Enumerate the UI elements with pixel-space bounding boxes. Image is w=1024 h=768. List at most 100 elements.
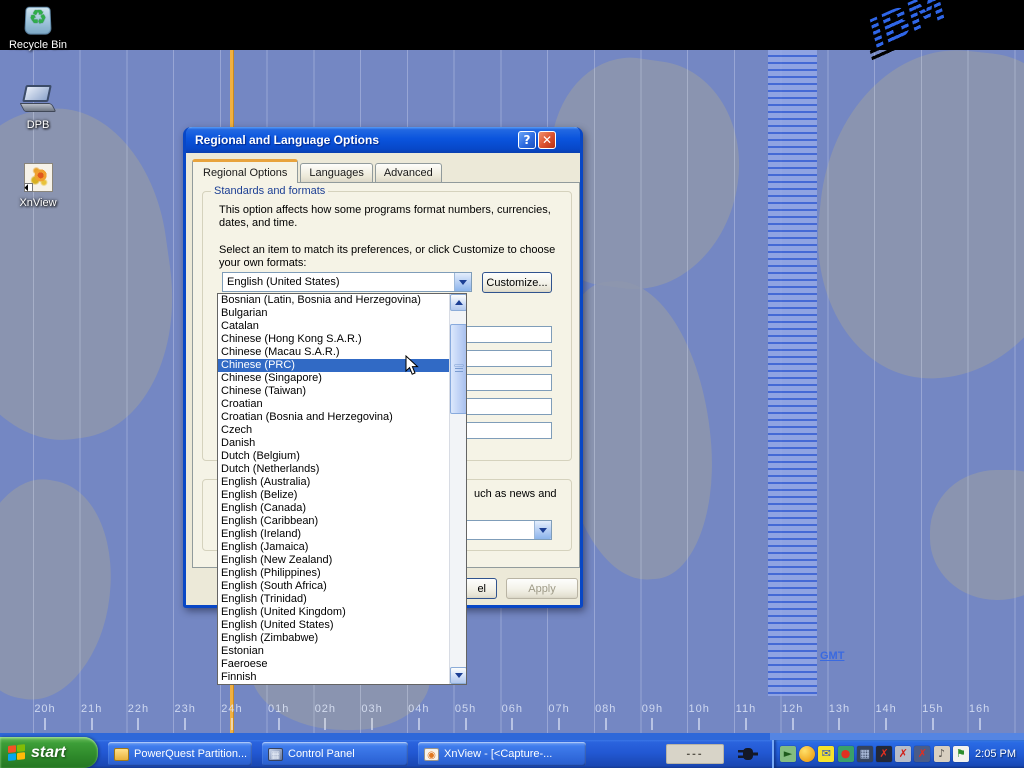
list-item[interactable]: Chinese (Hong Kong S.A.R.) <box>218 333 466 346</box>
customize-button[interactable]: Customize... <box>482 272 552 293</box>
list-item[interactable]: Bulgarian <box>218 307 466 320</box>
list-item[interactable]: Finnish <box>218 671 466 684</box>
list-item[interactable]: Dutch (Netherlands) <box>218 463 466 476</box>
list-item[interactable]: Chinese (Taiwan) <box>218 385 466 398</box>
list-item[interactable]: Chinese (Macau S.A.R.) <box>218 346 466 359</box>
chevron-down-icon[interactable] <box>534 521 551 539</box>
timezone-tick <box>44 718 46 730</box>
list-scrollbar[interactable] <box>449 294 466 684</box>
volume-icon[interactable]: ♪ <box>934 746 950 762</box>
tab-advanced[interactable]: Advanced <box>375 163 442 182</box>
apply-button: Apply <box>506 578 578 599</box>
list-item[interactable]: Faeroese <box>218 658 466 671</box>
windows-flag-icon <box>8 744 26 762</box>
icon-label: XnView <box>3 197 73 209</box>
tab-languages[interactable]: Languages <box>300 163 372 182</box>
boot-flag-icon[interactable]: ⚑ <box>953 746 969 762</box>
language-list-items: Bosnian (Latin, Bosnia and Herzegovina)B… <box>218 294 466 684</box>
timezone-label: 01h <box>264 703 294 715</box>
scroll-down-button[interactable] <box>450 667 467 684</box>
list-item-selected[interactable]: Chinese (PRC) <box>218 359 466 372</box>
list-item[interactable]: English (Trinidad) <box>218 593 466 606</box>
chevron-down-icon[interactable] <box>454 273 471 291</box>
list-item[interactable]: English (Belize) <box>218 489 466 502</box>
timezone-label: 16h <box>965 703 995 715</box>
dialog-titlebar[interactable]: Regional and Language Options ? ✕ <box>186 127 580 153</box>
list-item[interactable]: Dutch (Belgium) <box>218 450 466 463</box>
messenger-ball-icon[interactable] <box>799 746 815 762</box>
list-item[interactable]: English (Caribbean) <box>218 515 466 528</box>
list-item[interactable]: English (United Kingdom) <box>218 606 466 619</box>
list-item[interactable]: English (Philippines) <box>218 567 466 580</box>
timezone-tick <box>792 718 794 730</box>
timezone-tick <box>838 718 840 730</box>
timezone-tick <box>324 718 326 730</box>
desktop-icon-recycle-bin[interactable]: ♻ Recycle Bin <box>3 4 73 51</box>
gmt-label: GMT <box>820 650 844 662</box>
list-item[interactable]: English (United States) <box>218 619 466 632</box>
list-item[interactable]: English (Canada) <box>218 502 466 515</box>
network-computers-icon[interactable]: ▦ <box>857 746 873 762</box>
tv-tuner-error-icon[interactable]: ✗ <box>876 746 892 762</box>
wallpaper-bottom-strip <box>0 733 1024 740</box>
list-item[interactable]: English (Australia) <box>218 476 466 489</box>
list-item[interactable]: English (Jamaica) <box>218 541 466 554</box>
timezone-label: 24h <box>217 703 247 715</box>
xnview-icon <box>21 162 55 194</box>
task-button-1[interactable]: PowerQuest Partition... <box>108 742 252 766</box>
list-item[interactable]: English (Zimbabwe) <box>218 632 466 645</box>
icon-label: DPB <box>3 119 73 131</box>
timezone-label: 22h <box>123 703 153 715</box>
tab-regional-options[interactable]: Regional Options <box>192 159 298 183</box>
close-button[interactable]: ✕ <box>538 131 556 149</box>
taskbar-clock[interactable]: 2:05 PM <box>975 740 1016 768</box>
network-disconnected-icon[interactable]: ✗ <box>914 746 930 762</box>
timezone-tick <box>418 718 420 730</box>
list-item[interactable]: Bosnian (Latin, Bosnia and Herzegovina) <box>218 294 466 307</box>
timezone-label: 09h <box>637 703 667 715</box>
timezone-label: 02h <box>310 703 340 715</box>
shortcut-arrow-icon <box>24 183 33 192</box>
task-button-3[interactable]: ◉XnView - [<Capture-... <box>418 742 586 766</box>
xnview-icon: ◉ <box>424 748 439 761</box>
list-item[interactable]: Croatian (Bosnia and Herzegovina) <box>218 411 466 424</box>
desktop-icon-dpb[interactable]: DPB <box>3 84 73 131</box>
taskbar-toolbar[interactable]: --- <box>666 744 724 764</box>
list-item[interactable]: Estonian <box>218 645 466 658</box>
scroll-up-button[interactable] <box>450 294 467 311</box>
format-combobox[interactable]: English (United States) <box>222 272 472 292</box>
scrollbar-thumb[interactable] <box>450 324 467 414</box>
folder-icon <box>114 748 129 761</box>
timezone-tick <box>137 718 139 730</box>
timezone-label: 20h <box>30 703 60 715</box>
task-button-2[interactable]: ▦Control Panel <box>262 742 408 766</box>
timezone-tick <box>511 718 513 730</box>
start-button[interactable]: start <box>0 737 98 768</box>
update-envelope-icon[interactable]: ✉ <box>818 746 834 762</box>
timezone-label: 10h <box>684 703 714 715</box>
timezone-label: 12h <box>778 703 808 715</box>
timezone-tick <box>91 718 93 730</box>
timezone-label: 07h <box>544 703 574 715</box>
desktop-screen: GMT 20h21h22h23h24h01h02h03h04h05h06h07h… <box>0 0 1024 768</box>
mouse-cursor <box>405 355 419 376</box>
help-button[interactable]: ? <box>518 131 536 149</box>
tab-strip: Regional Options Languages Advanced <box>192 160 444 182</box>
safely-remove-hardware-icon[interactable]: ► <box>780 746 796 762</box>
device-error-icon[interactable]: ✗ <box>895 746 911 762</box>
list-item[interactable]: Catalan <box>218 320 466 333</box>
list-item[interactable]: English (New Zealand) <box>218 554 466 567</box>
recycle-bin-icon: ♻ <box>21 4 55 36</box>
list-item[interactable]: Croatian <box>218 398 466 411</box>
list-item[interactable]: Czech <box>218 424 466 437</box>
list-item[interactable]: English (Ireland) <box>218 528 466 541</box>
list-item[interactable]: Chinese (Singapore) <box>218 372 466 385</box>
task-button-label: PowerQuest Partition... <box>134 748 247 760</box>
list-item[interactable]: English (South Africa) <box>218 580 466 593</box>
timezone-label: 06h <box>497 703 527 715</box>
timezone-label: 04h <box>404 703 434 715</box>
desktop-icon-xnview[interactable]: XnView <box>3 162 73 209</box>
sync-error-icon[interactable]: ● <box>838 746 854 762</box>
list-item[interactable]: Danish <box>218 437 466 450</box>
timezone-tick <box>184 718 186 730</box>
